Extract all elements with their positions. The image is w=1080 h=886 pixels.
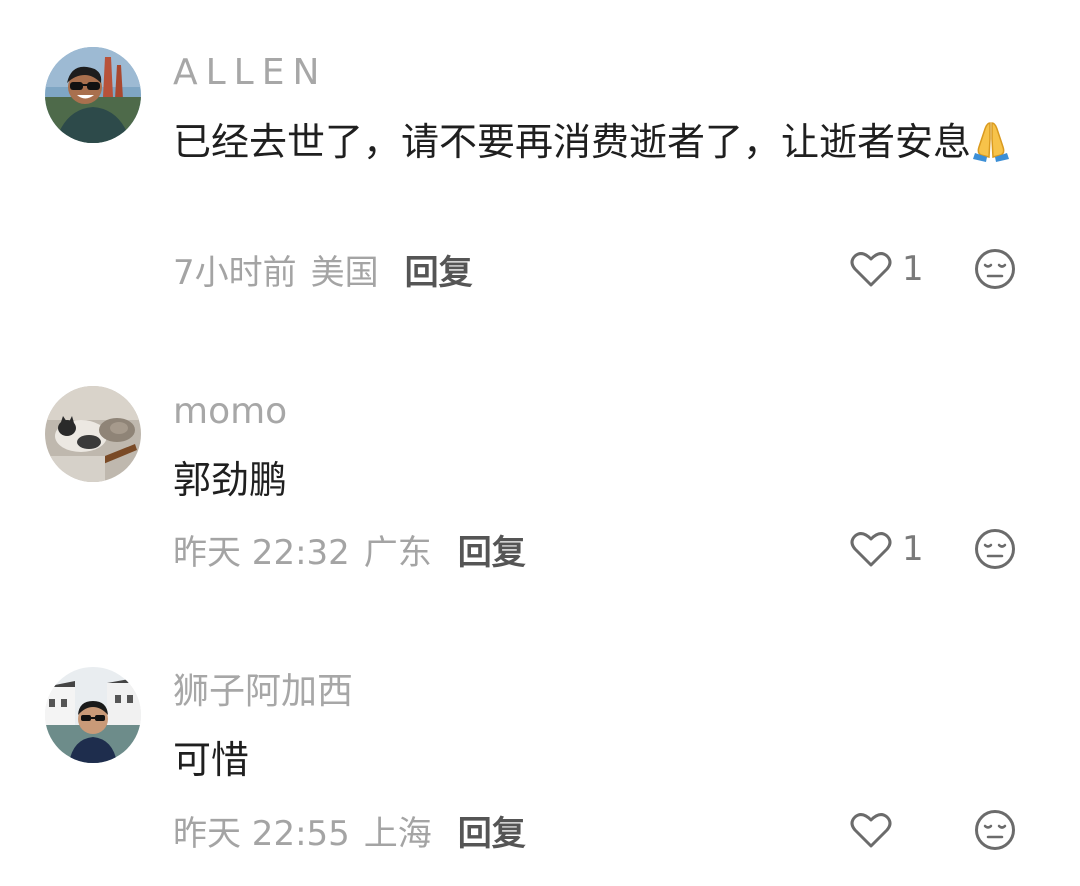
comment-meta: 昨天 22:55 上海 回复 [173,806,526,855]
neutral-face-icon[interactable] [974,528,1016,570]
folded-hands-icon [971,119,1011,163]
comment-text-body: 已经去世了，请不要再消费逝者了，让逝者安息 [173,120,972,164]
neutral-face-icon[interactable] [974,248,1016,290]
reply-button[interactable]: 回复 [458,525,526,574]
username[interactable]: ALLEN [173,55,327,91]
heart-outline-icon [850,532,892,567]
neutral-face-icon[interactable] [974,809,1016,851]
comment-text: 可惜 [173,738,250,782]
comment-time: 7小时前 [173,252,297,293]
username[interactable]: momo [173,394,287,430]
comment-meta: 7小时前 美国 回复 [173,245,473,294]
like-button[interactable]: 1 [850,527,924,571]
avatar[interactable] [45,386,141,482]
avatar[interactable] [45,47,141,143]
avatar[interactable] [45,667,141,763]
comment-meta: 昨天 22:32 广东 回复 [173,525,526,574]
like-count: 1 [902,249,924,289]
comment-text: 郭劲鹏 [173,458,288,502]
like-button[interactable] [850,808,892,852]
comment-location: 上海 [363,813,432,854]
comment-text: 已经去世了，请不要再消费逝者了，让逝者安息 [173,113,1023,171]
reply-button[interactable]: 回复 [458,806,526,855]
comment-time: 昨天 22:32 [173,532,350,573]
comment-time: 昨天 22:55 [173,813,350,854]
username[interactable]: 狮子阿加西 [173,674,353,710]
like-count: 1 [902,529,924,569]
heart-outline-icon [850,252,892,287]
like-button[interactable]: 1 [850,247,924,291]
comment-location: 美国 [310,252,379,293]
reply-button[interactable]: 回复 [405,245,473,294]
heart-outline-icon [850,813,892,848]
comment-location: 广东 [363,532,432,573]
